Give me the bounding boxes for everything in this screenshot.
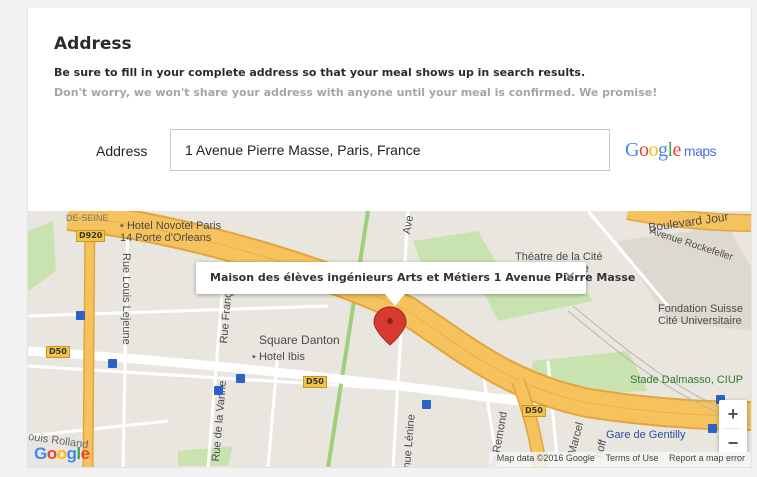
map-attribution: Map data ©2016 Google Terms of Use Repor…	[488, 452, 751, 467]
map-label-hotel-ibis: ▪ Hotel Ibis	[252, 351, 305, 363]
map-label-fondation: Fondation Suisse	[658, 303, 743, 315]
address-card: Address Be sure to fill in your complete…	[27, 8, 752, 468]
map-label-square-danton: Square Danton	[259, 333, 340, 347]
metro-icon	[108, 359, 117, 368]
map-label-stade: Stade Dalmasso, CIUP	[630, 374, 744, 386]
zoom-in-button[interactable]: +	[719, 400, 747, 428]
privacy-note: Don't worry, we won't share your address…	[54, 86, 658, 99]
google-maps-maps-text: maps	[683, 143, 717, 159]
map-canvas[interactable]: DE-SEINE D920 ▪ Hotel Novotel Paris 14 P…	[28, 211, 751, 467]
info-window-tail	[385, 294, 405, 306]
metro-icon	[422, 400, 431, 409]
road-shield-d920: D920	[76, 230, 106, 242]
metro-icon	[236, 374, 245, 383]
google-maps-google-text: Google	[625, 139, 681, 161]
map-label-novotel: ▪ Hotel Novotel Paris	[120, 220, 222, 232]
map-label-seine: DE-SEINE	[66, 213, 109, 223]
address-instruction: Be sure to fill in your complete address…	[54, 66, 586, 79]
close-icon[interactable]: ✕	[563, 268, 576, 286]
terms-of-use-link[interactable]: Terms of Use	[605, 453, 658, 463]
road-shield-d50-left: D50	[46, 346, 70, 358]
map-label-porte-orleans: 14 Porte d'Orleans	[120, 232, 212, 244]
address-input[interactable]	[170, 129, 610, 171]
map-label-rue-louis-lejeune: Rue Louis Lejeune	[120, 253, 132, 345]
address-label: Address	[96, 143, 148, 159]
metro-icon	[708, 424, 717, 433]
map-info-window: Maison des élèves ingénieurs Arts et Mét…	[196, 262, 635, 306]
section-heading: Address	[54, 34, 132, 54]
report-map-error-link[interactable]: Report a map error	[669, 453, 745, 463]
zoom-control: + −	[719, 400, 747, 456]
map-label-gare: Gare de Gentilly	[606, 429, 686, 441]
road-shield-d50-right: D50	[522, 405, 546, 417]
google-logo: Google	[34, 444, 90, 463]
map-label-cite-universitaire: Cité Universitaire	[658, 315, 742, 327]
map-data-attribution: Map data ©2016 Google	[496, 453, 595, 463]
metro-icon	[214, 386, 223, 395]
google-maps-badge: Google maps	[625, 139, 717, 162]
road-shield-d50-mid: D50	[303, 376, 327, 388]
metro-icon	[76, 311, 85, 320]
